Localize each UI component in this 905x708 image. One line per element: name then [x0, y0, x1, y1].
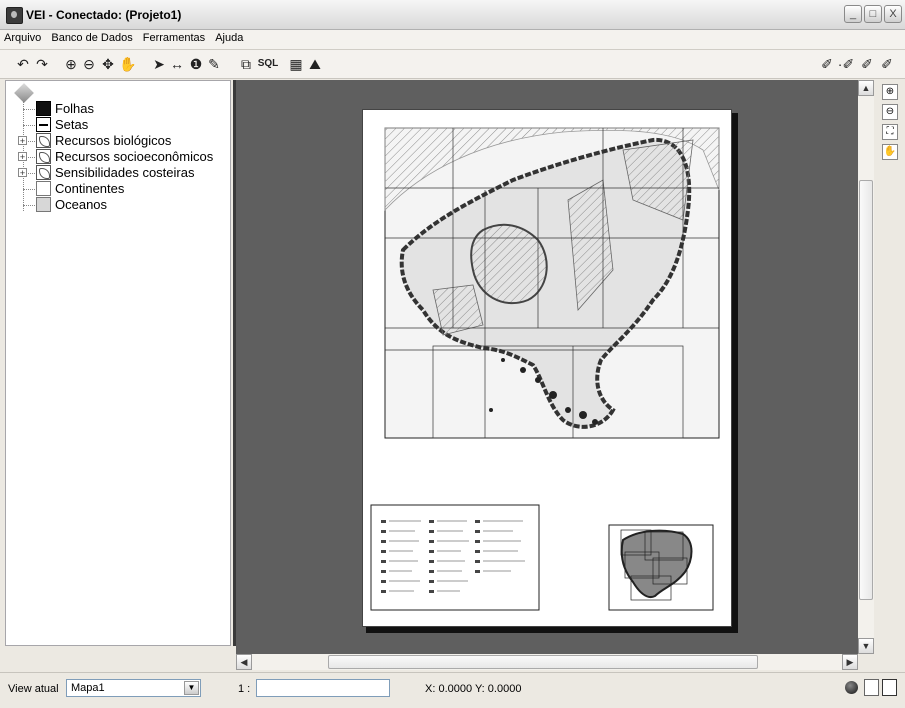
edit-icon[interactable]: ✎ — [206, 55, 222, 73]
document-icon[interactable] — [864, 679, 879, 696]
layer-label: Recursos biológicos — [55, 133, 172, 148]
sql-button[interactable]: SQL — [256, 55, 280, 73]
measure-icon[interactable]: ↔ — [168, 55, 186, 73]
horizontal-scroll-thumb[interactable] — [328, 655, 758, 669]
draw-pen-icon[interactable]: ✐ — [820, 55, 834, 73]
pan-icon[interactable]: ✥ — [100, 55, 116, 73]
layer-item-continentes[interactable]: Continentes — [23, 181, 233, 198]
side-toolbar: ⊕ ⊖ ⛶ ✋ — [877, 80, 905, 670]
select-arrow-icon[interactable]: ➤ — [152, 55, 166, 73]
scale-label: 1 : — [238, 683, 251, 695]
layer-item-setas[interactable]: Setas — [23, 117, 233, 134]
layout-page-drawing — [370, 127, 720, 611]
layer-item-sensibilidades-costeiras[interactable]: + Sensibilidades costeiras — [18, 165, 233, 182]
chart-icon[interactable]: ⛰ — [307, 55, 323, 73]
toolbar: ↶ ↷ ⊕ ⊖ ✥ ✋ ➤ ↔ ❶ ✎ ⧉ SQL ▦ ⛰ ✐ ·✐ ✐ ✐ — [0, 50, 905, 79]
layer-item-folhas[interactable]: Folhas — [23, 101, 233, 118]
minimize-button[interactable]: _ — [844, 5, 862, 23]
page-pan-icon[interactable]: ✋ — [882, 144, 898, 160]
title-bar: VEI - Conectado: (Projeto1) _ □ X — [0, 0, 905, 30]
scroll-left-button[interactable]: ◀ — [236, 654, 252, 670]
tree-root-icon[interactable] — [14, 83, 34, 103]
table-icon[interactable]: ▦ — [288, 55, 304, 73]
view-select-value: Mapa1 — [71, 682, 105, 694]
close-button[interactable]: X — [884, 5, 902, 23]
menu-banco-de-dados[interactable]: Banco de Dados — [47, 30, 135, 44]
layer-label: Folhas — [55, 101, 95, 116]
vertical-scrollbar[interactable]: ▲ ▼ — [858, 80, 874, 654]
menu-ferramentas[interactable]: Ferramentas — [139, 30, 208, 44]
horizontal-scrollbar[interactable]: ◀ ▶ — [236, 654, 858, 670]
zoom-in-icon[interactable]: ⊕ — [63, 55, 79, 73]
layer-label: Recursos socioeconômicos — [55, 149, 214, 164]
menu-bar: Arquivo Banco de Dados Ferramentas Ajuda — [0, 30, 905, 50]
layer-item-recursos-socioeconomicos[interactable]: + Recursos socioeconômicos — [18, 149, 233, 166]
layer-item-oceanos[interactable]: Oceanos — [23, 197, 233, 214]
zoom-out-icon[interactable]: ⊖ — [81, 55, 97, 73]
scroll-right-button[interactable]: ▶ — [842, 654, 858, 670]
vertical-scroll-thumb[interactable] — [859, 180, 873, 600]
maximize-button[interactable]: □ — [864, 5, 882, 23]
coordinates-readout: X: 0.0000 Y: 0.0000 — [425, 683, 522, 695]
view-select[interactable]: Mapa1 ▼ — [66, 679, 201, 697]
menu-arquivo[interactable]: Arquivo — [0, 30, 44, 44]
main-map[interactable] — [384, 127, 720, 439]
page-zoom-in-icon[interactable]: ⊕ — [882, 84, 898, 100]
expand-icon[interactable]: + — [18, 152, 27, 162]
undo-icon[interactable]: ↶ — [16, 55, 30, 73]
view-label: View atual — [8, 683, 59, 695]
scroll-down-button[interactable]: ▼ — [858, 638, 874, 654]
layer-query-icon[interactable]: ⧉ — [238, 55, 254, 73]
map-canvas[interactable] — [236, 80, 858, 654]
layer-group-icon — [36, 133, 51, 148]
layer-swatch-continentes — [36, 181, 51, 196]
draw-polygon-icon[interactable]: ✐ — [860, 55, 874, 73]
map-legend — [370, 504, 540, 611]
scale-input[interactable] — [256, 679, 390, 697]
layer-tree: Folhas Setas + Recursos biológicos + Rec… — [5, 80, 231, 646]
info-icon[interactable]: ❶ — [189, 55, 203, 73]
redo-icon[interactable]: ↷ — [35, 55, 49, 73]
layer-swatch-folhas — [36, 101, 51, 116]
scroll-up-button[interactable]: ▲ — [858, 80, 874, 96]
status-bar: View atual Mapa1 ▼ 1 : X: 0.0000 Y: 0.00… — [0, 672, 905, 708]
overview-map[interactable] — [608, 524, 714, 611]
page-zoom-out-icon[interactable]: ⊖ — [882, 104, 898, 120]
layer-item-recursos-biologicos[interactable]: + Recursos biológicos — [18, 133, 233, 150]
layer-group-icon — [36, 165, 51, 180]
layer-label: Setas — [55, 117, 89, 132]
hand-icon[interactable]: ✋ — [119, 55, 136, 73]
window-title: VEI - Conectado: (Projeto1) — [26, 8, 182, 22]
draw-line-icon[interactable]: ·✐ — [836, 55, 856, 73]
print-preview-icon[interactable] — [882, 679, 897, 696]
draw-point-icon[interactable]: ✐ — [880, 55, 894, 73]
layer-group-icon — [36, 149, 51, 164]
chevron-down-icon[interactable]: ▼ — [184, 681, 199, 695]
menu-ajuda[interactable]: Ajuda — [211, 30, 246, 44]
expand-icon[interactable]: + — [18, 136, 27, 146]
layout-page — [362, 109, 732, 627]
layer-label: Oceanos — [55, 197, 108, 212]
layer-swatch-setas — [36, 117, 51, 132]
fit-page-icon[interactable]: ⛶ — [882, 124, 898, 140]
globe-icon[interactable] — [845, 681, 858, 694]
app-icon — [6, 7, 23, 24]
layer-label: Continentes — [55, 181, 125, 196]
layer-label: Sensibilidades costeiras — [55, 165, 195, 180]
expand-icon[interactable]: + — [18, 168, 27, 178]
layer-swatch-oceanos — [36, 197, 51, 212]
